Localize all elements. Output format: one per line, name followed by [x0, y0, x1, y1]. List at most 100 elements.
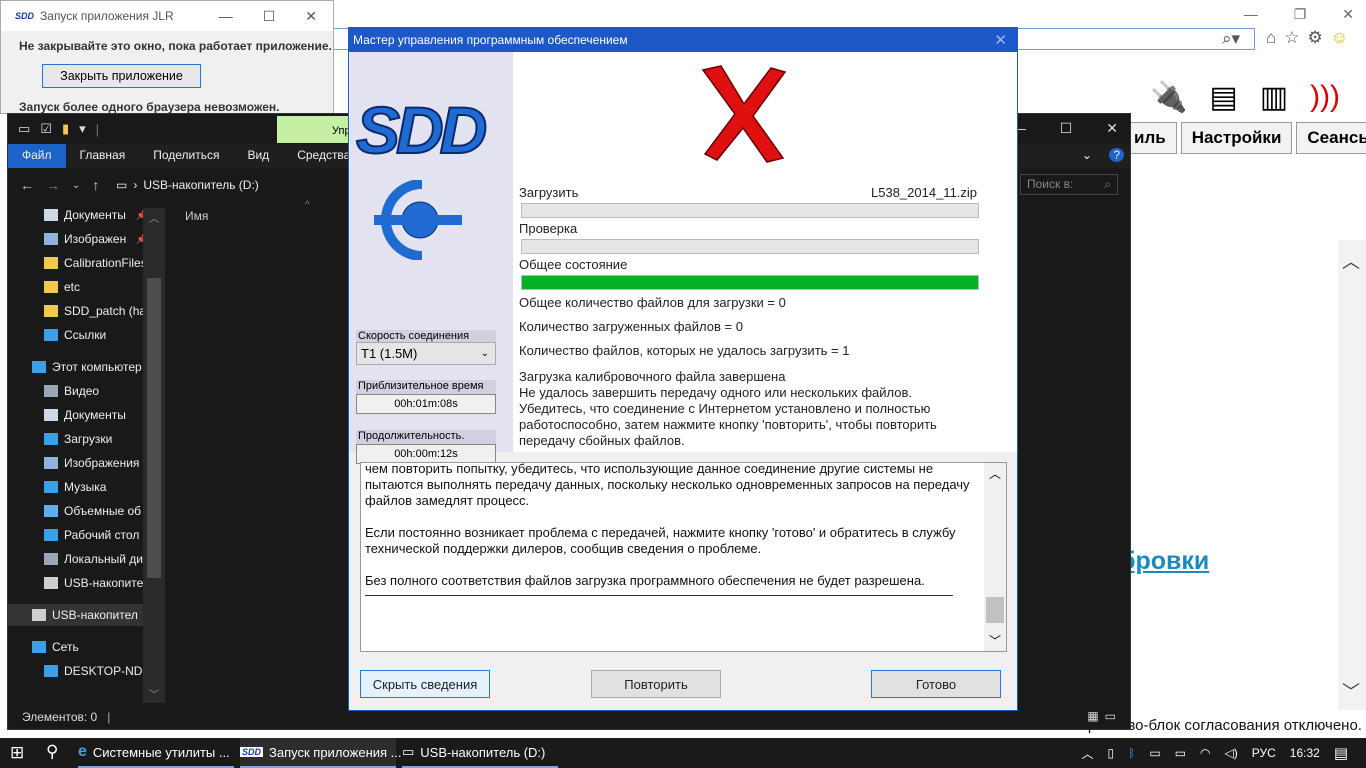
sidebar-item-label: Изображен	[64, 232, 127, 246]
ribbon-tab-file[interactable]: Файл	[8, 144, 66, 168]
close-icon[interactable]: ✕	[1342, 6, 1354, 23]
navigation-scrollbar[interactable]: ︿ ﹀	[143, 208, 165, 703]
ribbon-tab-share[interactable]: Поделиться	[139, 144, 233, 168]
new-folder-icon[interactable]: ▮	[62, 121, 69, 137]
star-icon[interactable]: ☆	[1284, 28, 1299, 48]
close-icon[interactable]: ✕	[1106, 120, 1118, 137]
path-text[interactable]: USB-накопитель (D:)	[143, 178, 258, 192]
tab-settings[interactable]: Настройки	[1180, 122, 1293, 154]
sidebar-item[interactable]: Этот компьютер	[18, 356, 158, 378]
taskbar-item-explorer[interactable]: ▭ USB-накопитель (D:)	[402, 738, 558, 768]
battery-icon[interactable]: ▭	[1175, 746, 1186, 760]
back-arrow-icon[interactable]: ←	[20, 177, 34, 193]
sidebar-item[interactable]: Сеть	[18, 636, 158, 658]
drive-icon: ▭	[18, 121, 31, 136]
sidebar-item[interactable]: Рабочий стол	[18, 524, 158, 546]
ribbon-tab-home[interactable]: Главная	[66, 144, 140, 168]
sidebar-item[interactable]: Документы	[18, 404, 158, 426]
sidebar-item[interactable]: Изображен 📌	[18, 228, 158, 250]
sidebar-item[interactable]: USB-накопите	[18, 572, 158, 594]
battery-icon[interactable]: ▥	[1260, 80, 1288, 115]
sidebar-item[interactable]: Видео	[18, 380, 158, 402]
sidebar-item[interactable]: Локальный ди	[18, 548, 158, 570]
scroll-down-icon[interactable]: ﹀	[1342, 678, 1360, 704]
language-indicator[interactable]: РУС	[1252, 746, 1276, 760]
module-icon[interactable]: ▤	[1209, 80, 1237, 115]
close-icon[interactable]: ✕	[305, 8, 317, 25]
forward-arrow-icon[interactable]: →	[46, 177, 60, 193]
customize-qat-icon[interactable]: ▾	[79, 121, 86, 137]
help-icon[interactable]: ?	[1109, 148, 1124, 162]
scroll-up-icon[interactable]: ︿	[149, 210, 159, 225]
pictures-icon	[44, 457, 58, 469]
jlr-warning-text: Не закрывайте это окно, пока работает пр…	[19, 39, 332, 53]
sidebar-item[interactable]: Загрузки	[18, 428, 158, 450]
gear-icon[interactable]: ⚙	[1308, 28, 1323, 48]
sidebar-item[interactable]: etc	[18, 276, 158, 298]
scroll-down-icon[interactable]: ﹀	[989, 632, 1001, 649]
minimize-icon[interactable]: —	[219, 8, 233, 25]
sidebar-item[interactable]: Музыка	[18, 476, 158, 498]
maximize-icon[interactable]: ☐	[1060, 120, 1073, 137]
search-icon[interactable]: ⌕▾	[1222, 29, 1240, 49]
history-chevron-icon[interactable]: ⌄	[72, 180, 80, 191]
keyboard-icon[interactable]: ▭	[1149, 746, 1160, 760]
show-hidden-icons-icon[interactable]: ︿	[1082, 745, 1094, 762]
sidebar-item[interactable]: Документы 📌	[18, 204, 158, 226]
chevron-down-icon[interactable]: ⌄	[1068, 144, 1106, 166]
sidebar-item[interactable]: SDD_patch (ha	[18, 300, 158, 322]
approx-time-label: Приблизительное время	[356, 380, 496, 394]
sidebar-item[interactable]: CalibrationFiles	[18, 252, 158, 274]
rss-icon[interactable]: )))	[1310, 80, 1340, 115]
details-scrollbar[interactable]: ︿ ﹀	[984, 463, 1006, 651]
windows-start-icon[interactable]: ⊞	[10, 743, 24, 763]
scrollbar-thumb[interactable]	[986, 597, 1004, 623]
minimize-icon[interactable]: —	[1244, 6, 1258, 23]
path-chevron-icon[interactable]: ›	[133, 178, 137, 192]
hide-details-button[interactable]: Скрыть сведения	[360, 670, 490, 698]
scroll-down-icon[interactable]: ﹀	[149, 686, 159, 701]
sidebar-item[interactable]: USB-накопител	[8, 604, 158, 626]
details-textarea[interactable]: чем повторить попытку, убедитесь, что ис…	[360, 462, 1007, 652]
taskbar-item-ie[interactable]: e Системные утилиты ...	[78, 738, 234, 768]
sidebar-item-label: Рабочий стол	[64, 528, 140, 542]
tab-profile[interactable]: иль	[1123, 122, 1177, 154]
clock[interactable]: 16:32	[1290, 746, 1320, 760]
explorer-search-input[interactable]: Поиск в: ⌕	[1020, 174, 1118, 195]
notifications-icon[interactable]: ▤	[1334, 744, 1348, 762]
bluetooth-icon[interactable]: ᛒ	[1128, 746, 1135, 760]
taskbar-item-jlr[interactable]: SDD Запуск приложения ...	[240, 738, 402, 768]
restore-icon[interactable]: ❐	[1294, 6, 1307, 23]
overall-progress-fill	[522, 276, 978, 289]
volume-icon[interactable]: ◁)	[1225, 746, 1238, 760]
sidebar-item[interactable]: Ссылки	[18, 324, 158, 346]
ribbon-tab-view[interactable]: Вид	[233, 144, 283, 168]
smiley-icon[interactable]: ☺	[1331, 28, 1348, 48]
sidebar-item[interactable]: DESKTOP-NDU	[18, 660, 158, 682]
close-icon[interactable]: ✕	[994, 31, 1007, 49]
scroll-up-icon[interactable]: ︿	[989, 465, 1001, 482]
details-view-icon[interactable]: ▦	[1087, 709, 1098, 723]
column-header-name[interactable]: Имя	[185, 209, 208, 223]
wifi-icon[interactable]: ◠	[1200, 746, 1210, 760]
cable-icon[interactable]: 🔌	[1150, 80, 1187, 115]
tab-sessions[interactable]: Сеансы	[1296, 122, 1366, 154]
search-icon[interactable]: ⚲	[46, 742, 58, 762]
drive-icon: ▭	[402, 744, 415, 759]
sidebar-item[interactable]: Объемные об	[18, 500, 158, 522]
speed-select[interactable]: T1 (1.5M) ⌄	[356, 342, 496, 365]
done-button[interactable]: Готово	[871, 670, 1001, 698]
up-arrow-icon[interactable]: ↑	[92, 177, 99, 193]
home-icon[interactable]: ⌂	[1266, 28, 1276, 48]
sidebar-item[interactable]: Изображения	[18, 452, 158, 474]
usb-icon[interactable]: ▯	[1108, 746, 1115, 760]
maximize-icon[interactable]: ☐	[263, 8, 276, 25]
close-app-button[interactable]: Закрыть приложение	[42, 64, 201, 88]
scroll-up-icon[interactable]: ︿	[1342, 248, 1360, 274]
browser-scrollbar[interactable]: ︿ ﹀	[1338, 240, 1366, 710]
scrollbar-thumb[interactable]	[147, 278, 161, 578]
properties-icon[interactable]: ☑	[40, 121, 52, 137]
retry-button[interactable]: Повторить	[591, 670, 721, 698]
calibration-link[interactable]: бровки	[1120, 547, 1209, 576]
tiles-view-icon[interactable]: ▭	[1105, 709, 1116, 723]
